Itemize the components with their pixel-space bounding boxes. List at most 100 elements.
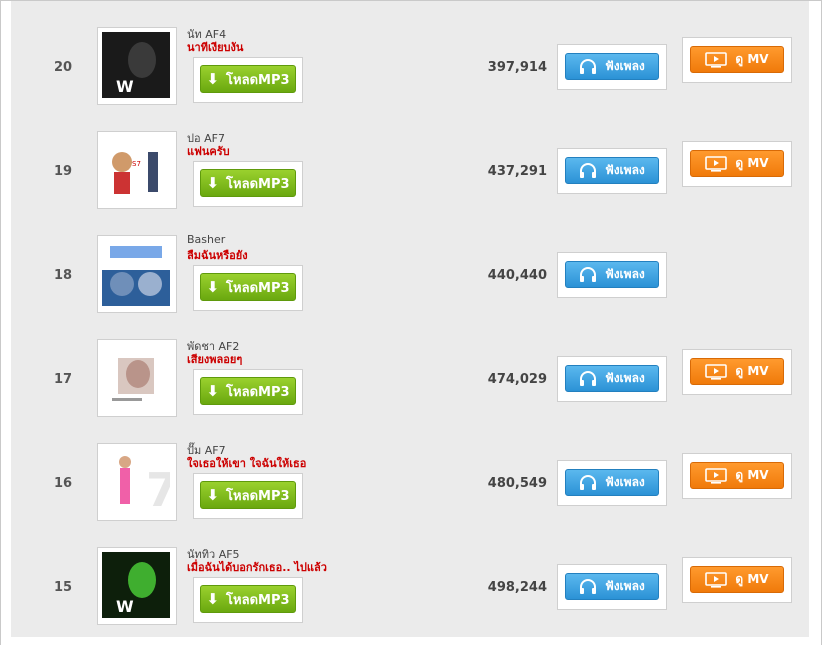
download-box: ⬇ โหลดMP3 bbox=[193, 369, 303, 415]
mv-box: ดู MV bbox=[682, 349, 792, 395]
chart-row-20: 20 W นัท AF4 นาทีเงียบงัน ⬇ โหลดMP3 397,… bbox=[11, 27, 809, 131]
download-mp3-button[interactable]: ⬇ โหลดMP3 bbox=[200, 481, 296, 509]
album-cover[interactable]: 7 bbox=[97, 443, 177, 521]
video-screen-icon bbox=[705, 51, 728, 68]
headphones-icon bbox=[579, 58, 597, 75]
download-mp3-button[interactable]: ⬇ โหลดMP3 bbox=[200, 169, 296, 197]
download-mp3-button[interactable]: ⬇ โหลดMP3 bbox=[200, 273, 296, 301]
mv-box: ดู MV bbox=[682, 453, 792, 499]
album-cover-image: W bbox=[102, 32, 170, 98]
listen-button[interactable]: ฟังเพลง bbox=[565, 157, 659, 184]
song-title[interactable]: ใจเธอให้เขา ใจฉันให้เธอ bbox=[187, 454, 306, 472]
headphones-icon bbox=[579, 370, 597, 387]
download-box: ⬇ โหลดMP3 bbox=[193, 473, 303, 519]
scrollbar-track[interactable] bbox=[809, 1, 821, 645]
listen-label: ฟังเพลง bbox=[605, 163, 645, 177]
album-cover[interactable] bbox=[97, 235, 177, 313]
song-title[interactable]: เสียงพลอยๆ bbox=[187, 350, 242, 368]
album-cover[interactable] bbox=[97, 339, 177, 417]
album-cover[interactable]: W bbox=[97, 27, 177, 105]
download-arrow-icon: ⬇ bbox=[206, 174, 220, 192]
mv-box: ดู MV bbox=[682, 37, 792, 83]
download-label: โหลดMP3 bbox=[226, 592, 290, 608]
play-count: 437,291 bbox=[487, 164, 547, 179]
play-count: 397,914 bbox=[487, 60, 547, 75]
watch-mv-button[interactable]: ดู MV bbox=[690, 150, 784, 177]
svg-text:7: 7 bbox=[146, 463, 170, 514]
download-mp3-button[interactable]: ⬇ โหลดMP3 bbox=[200, 377, 296, 405]
rank-number: 16 bbox=[53, 476, 73, 491]
download-label: โหลดMP3 bbox=[226, 384, 290, 400]
chart-frame: 20 W นัท AF4 นาทีเงียบงัน ⬇ โหลดMP3 397,… bbox=[0, 0, 822, 645]
video-screen-icon bbox=[705, 467, 728, 484]
play-count: 440,440 bbox=[487, 268, 547, 283]
chart-row-19: 19 S7 ปอ AF7 แฟนครับ ⬇ โหลดMP3 437,291 ฟ… bbox=[11, 131, 809, 235]
play-count: 480,549 bbox=[487, 476, 547, 491]
download-label: โหลดMP3 bbox=[226, 176, 290, 192]
download-arrow-icon: ⬇ bbox=[206, 486, 220, 504]
mv-box: ดู MV bbox=[682, 141, 792, 187]
play-count: 498,244 bbox=[487, 580, 547, 595]
song-title[interactable]: นาทีเงียบงัน bbox=[187, 38, 243, 56]
watch-mv-label: ดู MV bbox=[735, 468, 769, 482]
video-screen-icon bbox=[705, 571, 728, 588]
download-box: ⬇ โหลดMP3 bbox=[193, 161, 303, 207]
listen-button[interactable]: ฟังเพลง bbox=[565, 365, 659, 392]
listen-button[interactable]: ฟังเพลง bbox=[565, 261, 659, 288]
watch-mv-button[interactable]: ดู MV bbox=[690, 46, 784, 73]
watch-mv-button[interactable]: ดู MV bbox=[690, 462, 784, 489]
artist-name[interactable]: Basher bbox=[187, 233, 225, 246]
album-cover[interactable]: S7 bbox=[97, 131, 177, 209]
download-arrow-icon: ⬇ bbox=[206, 382, 220, 400]
listen-label: ฟังเพลง bbox=[605, 267, 645, 281]
download-mp3-button[interactable]: ⬇ โหลดMP3 bbox=[200, 585, 296, 613]
rank-number: 20 bbox=[53, 60, 73, 75]
chart-row-18: 18 Basher ลืมฉันหรือยัง ⬇ โหลดMP3 440,44… bbox=[11, 233, 809, 339]
listen-button[interactable]: ฟังเพลง bbox=[565, 573, 659, 600]
song-title[interactable]: แฟนครับ bbox=[187, 142, 230, 160]
rank-number: 15 bbox=[53, 580, 73, 595]
album-cover-image: S7 bbox=[102, 136, 170, 202]
listen-button[interactable]: ฟังเพลง bbox=[565, 469, 659, 496]
watch-mv-button[interactable]: ดู MV bbox=[690, 358, 784, 385]
download-label: โหลดMP3 bbox=[226, 488, 290, 504]
listen-box: ฟังเพลง bbox=[557, 356, 667, 402]
listen-box: ฟังเพลง bbox=[557, 148, 667, 194]
download-box: ⬇ โหลดMP3 bbox=[193, 57, 303, 103]
chart-row-15: 15 W นัททิว AF5 เมื่อฉันได้บอกรักเธอ.. ไ… bbox=[11, 547, 809, 651]
download-arrow-icon: ⬇ bbox=[206, 590, 220, 608]
download-arrow-icon: ⬇ bbox=[206, 278, 220, 296]
listen-box: ฟังเพลง bbox=[557, 564, 667, 610]
album-cover-image: W bbox=[102, 552, 170, 618]
download-label: โหลดMP3 bbox=[226, 72, 290, 88]
listen-label: ฟังเพลง bbox=[605, 371, 645, 385]
song-title[interactable]: เมื่อฉันได้บอกรักเธอ.. ไปแล้ว bbox=[187, 558, 327, 576]
watch-mv-button[interactable]: ดู MV bbox=[690, 566, 784, 593]
download-mp3-button[interactable]: ⬇ โหลดMP3 bbox=[200, 65, 296, 93]
mv-box: ดู MV bbox=[682, 557, 792, 603]
rank-number: 19 bbox=[53, 164, 73, 179]
svg-text:W: W bbox=[116, 77, 134, 96]
download-box: ⬇ โหลดMP3 bbox=[193, 577, 303, 623]
headphones-icon bbox=[579, 578, 597, 595]
chart-row-17: 17 พัดชา AF2 เสียงพลอยๆ ⬇ โหลดMP3 474,02… bbox=[11, 339, 809, 443]
listen-button[interactable]: ฟังเพลง bbox=[565, 53, 659, 80]
svg-text:W: W bbox=[116, 597, 134, 616]
headphones-icon bbox=[579, 162, 597, 179]
song-title[interactable]: ลืมฉันหรือยัง bbox=[187, 246, 248, 264]
video-screen-icon bbox=[705, 363, 728, 380]
watch-mv-label: ดู MV bbox=[735, 364, 769, 378]
album-cover[interactable]: W bbox=[97, 547, 177, 625]
watch-mv-label: ดู MV bbox=[735, 156, 769, 170]
watch-mv-label: ดู MV bbox=[735, 52, 769, 66]
listen-box: ฟังเพลง bbox=[557, 44, 667, 90]
watch-mv-label: ดู MV bbox=[735, 572, 769, 586]
headphones-icon bbox=[579, 474, 597, 491]
svg-text:S7: S7 bbox=[132, 160, 141, 168]
album-cover-image: 7 bbox=[102, 448, 170, 514]
rank-number: 17 bbox=[53, 372, 73, 387]
rank-number: 18 bbox=[53, 268, 73, 283]
album-cover-image bbox=[102, 344, 170, 410]
listen-label: ฟังเพลง bbox=[605, 579, 645, 593]
listen-label: ฟังเพลง bbox=[605, 475, 645, 489]
